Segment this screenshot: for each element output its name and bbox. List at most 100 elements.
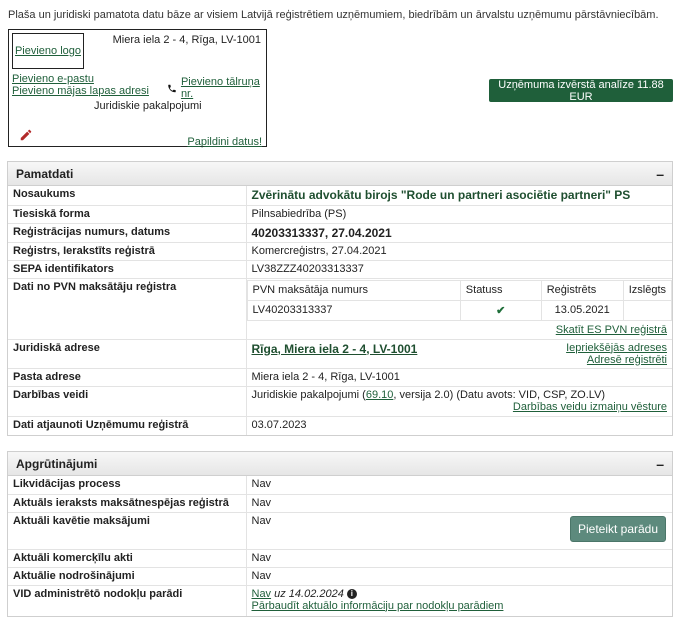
table-row: Reģistrs, Ierakstīts reģistrā Komercreģi… [8,242,672,261]
eu-vat-link[interactable]: Skatīt ES PVN reģistrā [556,324,667,336]
activities-value: Juridiskie pakalpojumi (69.10, versija 2… [251,388,606,401]
pvn-header-registered: Reģistrēts [540,279,624,301]
sepa-label: SEPA identifikators [8,260,247,279]
table-row: Nosaukums Zvērinātu advokātu birojs "Rod… [8,186,672,206]
add-phone-link[interactable]: Pievieno tālruņa nr. [181,76,266,100]
securities-value: Nav [246,567,672,586]
table-row: Juridiskā adrese Iepriekšējās adreses Ad… [8,339,672,369]
company-card: Pievieno logo Miera iela 2 - 4, Rīga, LV… [8,29,267,148]
table-row: Dati no PVN maksātāju reģistra PVN maksā… [8,278,673,340]
pvn-cell: PVN maksātāja numurs Statuss Reģistrēts … [246,278,673,340]
postal-address-label: Pasta adrese [8,368,247,387]
table-row: Darbības veidi Juridiskie pakalpojumi (6… [8,386,672,417]
info-icon[interactable]: i [346,588,357,599]
pledge-label: Aktuāli komercķīlu akti [8,549,247,568]
securities-label: Aktuālie nodrošinājumi [8,567,247,586]
insolvency-label: Aktuāls ieraksts maksātnespējas reģistrā [8,494,247,513]
pencil-icon[interactable] [19,128,33,142]
tax-debts-value-link[interactable]: Nav [252,588,272,600]
postal-address-value: Miera iela 2 - 4, Rīga, LV-1001 [246,368,672,387]
report-debt-button[interactable]: Pieteikt parādu [570,515,666,542]
company-name: Zvērinātu advokātu birojs "Rode un partn… [246,186,672,206]
logo-placeholder: Pievieno logo [12,33,84,69]
previous-addresses-link[interactable]: Iepriekšējās adreses [566,342,667,354]
collapse-icon[interactable]: – [656,457,664,471]
table-row: Reģistrācijas numurs, datums 40203313337… [8,223,672,243]
registry-value: Komercreģistrs, 27.04.2021 [246,242,672,261]
nace-code-link[interactable]: 69.10 [366,389,394,401]
tax-debts-label: VID administrētō nodokļu parādi [8,585,247,616]
add-website-link[interactable]: Pievieno mājas lapas adresi [12,85,149,97]
extended-analysis-button[interactable]: Uzņēmuma izvērstā analīze 11.88 EUR [489,79,673,103]
pvn-header-number: PVN maksātāja numurs [246,279,461,301]
tax-debts-date: uz 14.02.2024 [271,587,347,600]
pvn-header-excluded: Izslēgts [622,279,673,301]
updated-value: 03.07.2023 [251,418,307,431]
table-row: Likvidācijas process Nav [8,476,672,495]
pvn-label: Dati no PVN maksātāju reģistra [8,278,247,340]
activities-history-link[interactable]: Darbības veidu izmaiņu vēsture [513,401,667,413]
card-address: Miera iela 2 - 4, Rīga, LV-1001 [112,34,261,46]
apgrutinajumi-title: Apgrūtinājumi [16,456,98,471]
registration-label: Reģistrācijas numurs, datums [8,223,247,243]
complete-data-link[interactable]: Papildini datus! [187,136,262,148]
liquidation-value: Nav [246,476,672,495]
pvn-row: LV40203313337 ✔ 13.05.2021 [246,299,673,321]
apgrutinajumi-panel: Apgrūtinājumi – Likvidācijas process Nav… [7,451,673,617]
pvn-header-row: PVN maksātāja numurs Statuss Reģistrēts … [246,279,673,301]
table-row: Tiesiskā forma Pilnsabiedrība (PS) [8,205,672,224]
pamatdati-header[interactable]: Pamatdati – [8,162,672,186]
legal-form-value: Pilnsabiedrība (PS) [246,205,672,224]
registration-value: 40203313337, 27.04.2021 [246,223,672,243]
legal-form-label: Tiesiskā forma [8,205,247,224]
activities-cell: Juridiskie pakalpojumi (69.10, versija 2… [246,386,672,417]
pvn-link-row: Skatīt ES PVN reģistrā [247,321,673,339]
add-email-link[interactable]: Pievieno e-pastu [12,73,94,85]
apgrutinajumi-table: Likvidācijas process Nav Aktuāls ierakst… [8,476,672,616]
pvn-number: LV40203313337 [246,299,461,321]
check-tax-debts-link[interactable]: Pārbaudīt aktuālo informāciju par nodokļ… [252,600,504,612]
legal-address-cell: Iepriekšējās adreses Adresē reģistrēti R… [246,339,672,369]
table-row: VID administrētō nodokļu parādi Nav uz 1… [8,585,672,616]
add-logo-link[interactable]: Pievieno logo [15,45,81,57]
registered-at-address-link[interactable]: Adresē reģistrēti [587,354,667,366]
table-row: SEPA identifikators LV38ZZZ40203313337 [8,260,672,279]
legal-address-link[interactable]: Rīga, Miera iela 2 - 4, LV-1001 [252,342,418,356]
pvn-table: PVN maksātāja numurs Statuss Reģistrēts … [246,279,673,321]
sepa-value: LV38ZZZ40203313337 [246,260,672,279]
late-payments-value: Nav [251,514,272,527]
intro-text: Plaša un juridiski pamatota datu bāze ar… [8,9,659,21]
check-icon: ✔ [459,299,542,321]
insolvency-value: Nav [246,494,672,513]
apgrutinajumi-header[interactable]: Apgrūtinājumi – [8,452,672,476]
name-label: Nosaukums [8,186,247,206]
late-payments-cell: Nav Pieteikt parādu [246,512,672,550]
pamatdati-table: Nosaukums Zvērinātu advokātu birojs "Rod… [8,186,673,435]
table-row: Aktuāli komercķīlu akti Nav [8,549,672,568]
table-row: Aktuālie nodrošinājumi Nav [8,567,672,586]
pamatdati-title: Pamatdati [16,166,74,181]
phone-row: Pievieno tālruņa nr. [167,76,266,100]
table-row: Aktuāli kavētie maksājumi Nav Pieteikt p… [8,512,672,550]
tax-debts-cell: Nav uz 14.02.2024 i Pārbaudīt aktuālo in… [246,585,672,616]
legal-address-label: Juridiskā adrese [8,339,247,369]
address-links: Iepriekšējās adreses Adresē reģistrēti [566,342,667,366]
liquidation-label: Likvidācijas process [8,476,247,495]
pamatdati-panel: Pamatdati – Nosaukums Zvērinātu advokātu… [7,161,673,436]
registry-label: Reģistrs, Ierakstīts reģistrā [8,242,247,261]
card-services: Juridiskie pakalpojumi [94,100,202,112]
tax-debts-status: Nav uz 14.02.2024 i [252,588,668,600]
phone-icon [168,84,176,92]
activities-history-row: Darbības veidu izmaiņu vēsture [252,401,667,413]
updated-label: Dati atjaunoti Uzņēmumu reģistrā [8,416,247,435]
collapse-icon[interactable]: – [656,167,664,181]
pvn-registered: 13.05.2021 [540,299,624,321]
table-row: Aktuāls ieraksts maksātnespējas reģistrā… [8,494,672,513]
pvn-header-status: Statuss [459,279,542,301]
late-payments-label: Aktuāli kavētie maksājumi [8,512,247,550]
activities-label: Darbības veidi [8,386,247,417]
table-row: Pasta adrese Miera iela 2 - 4, Rīga, LV-… [8,368,672,387]
pvn-excluded [622,299,673,321]
pledge-value: Nav [246,549,672,568]
table-row: Dati atjaunoti Uzņēmumu reģistrā 03.07.2… [8,416,672,435]
